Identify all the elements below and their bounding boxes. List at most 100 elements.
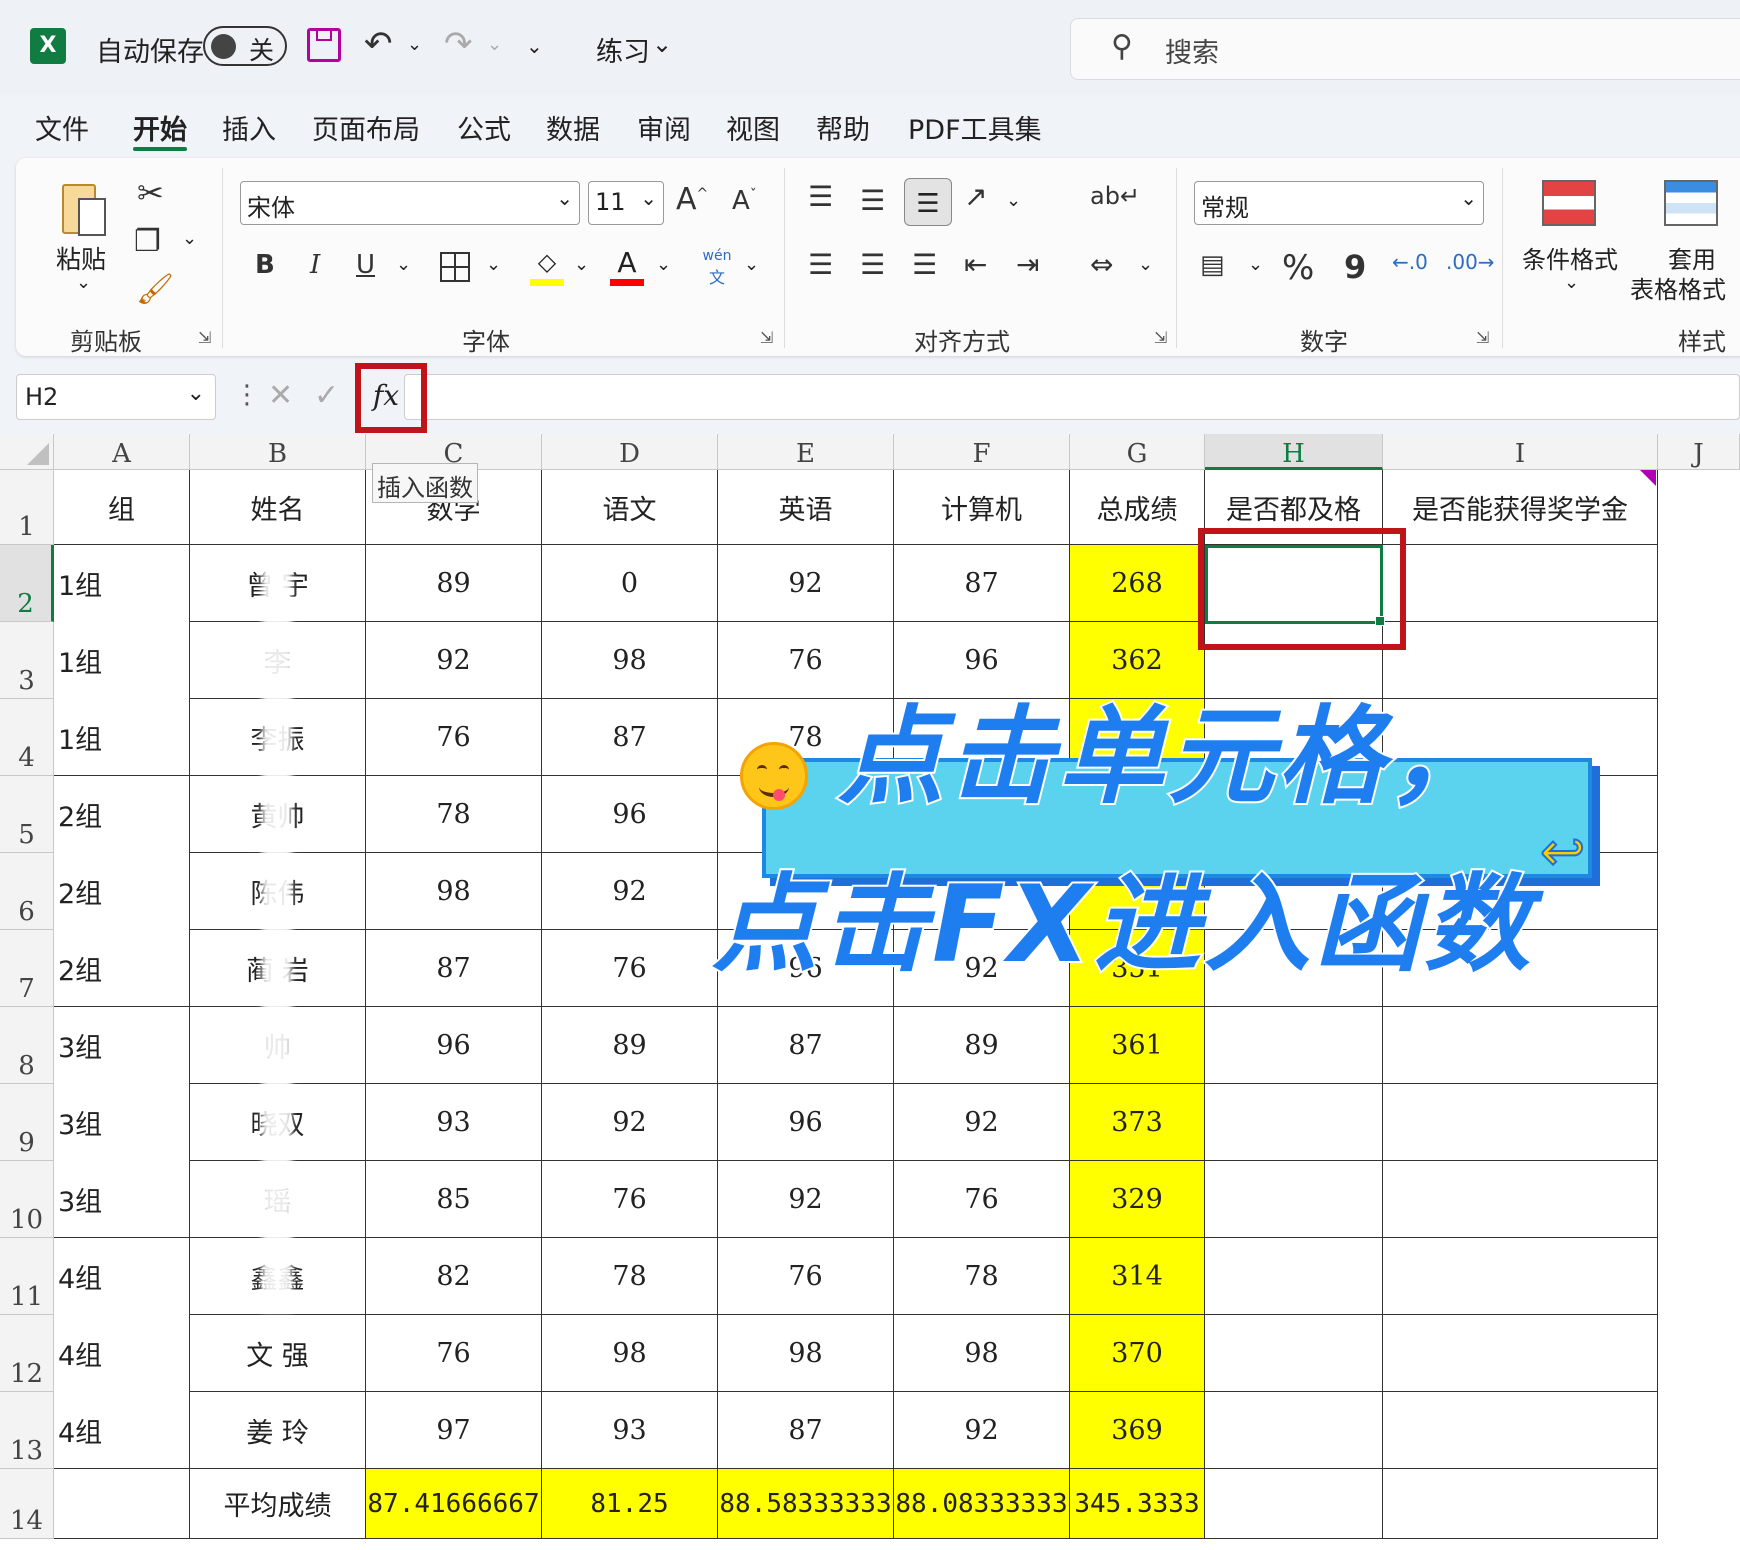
table-cell[interactable]: 96: [718, 1084, 894, 1161]
increase-font-size-icon[interactable]: A^: [676, 182, 708, 217]
font-name-combo[interactable]: 宋体 ⌄: [240, 181, 580, 225]
average-label-cell[interactable]: 平均成绩: [190, 1469, 366, 1539]
column-header-i[interactable]: I: [1383, 434, 1658, 470]
table-cell[interactable]: 3组: [54, 1161, 190, 1238]
table-cell[interactable]: [1383, 1469, 1658, 1539]
document-name[interactable]: 练习: [596, 30, 650, 69]
comma-style-button[interactable]: 9: [1344, 248, 1366, 286]
table-cell[interactable]: 93: [542, 1392, 718, 1469]
paste-icon[interactable]: [58, 178, 110, 240]
table-cell[interactable]: 82: [366, 1238, 542, 1315]
table-cell[interactable]: 89: [894, 1007, 1070, 1084]
row-header-13[interactable]: 13: [0, 1392, 54, 1469]
table-cell[interactable]: 4组: [54, 1392, 190, 1469]
row-header-7[interactable]: 7: [0, 930, 54, 1007]
table-cell[interactable]: 92: [366, 622, 542, 699]
paste-label[interactable]: 粘贴: [56, 240, 106, 276]
table-cell[interactable]: 98: [718, 1315, 894, 1392]
table-cell[interactable]: 96: [542, 776, 718, 853]
table-cell[interactable]: 76: [718, 1238, 894, 1315]
table-cell[interactable]: 87: [718, 1392, 894, 1469]
underline-dropdown-icon[interactable]: ⌄: [396, 254, 411, 275]
increase-indent-icon[interactable]: ⇥: [1016, 248, 1039, 281]
doc-name-chevron-icon[interactable]: ⌄: [652, 30, 672, 58]
table-cell[interactable]: 1组: [54, 622, 190, 699]
search-box[interactable]: ⚲ 搜索: [1070, 18, 1740, 80]
tab-insert[interactable]: 插入: [222, 108, 276, 147]
tab-data[interactable]: 数据: [546, 108, 600, 147]
table-cell[interactable]: 98: [542, 1315, 718, 1392]
confirm-entry-icon[interactable]: ✓: [314, 378, 339, 413]
column-header-e[interactable]: E: [718, 434, 894, 470]
table-cell[interactable]: 3组: [54, 1007, 190, 1084]
percent-button[interactable]: %: [1282, 248, 1314, 288]
format-painter-icon[interactable]: 🖌: [136, 272, 174, 307]
save-icon[interactable]: [307, 28, 341, 62]
row-header-14[interactable]: 14: [0, 1469, 54, 1539]
merge-dropdown-icon[interactable]: ⌄: [1138, 254, 1153, 275]
clipboard-launcher-icon[interactable]: ⇲: [198, 328, 211, 347]
table-cell[interactable]: 78: [894, 1238, 1070, 1315]
table-cell[interactable]: 89: [542, 1007, 718, 1084]
wrap-text-icon[interactable]: ab↵: [1090, 182, 1140, 210]
table-cell[interactable]: 87: [366, 930, 542, 1007]
tab-file[interactable]: 文件: [35, 108, 89, 147]
fill-color-dropdown-icon[interactable]: ⌄: [574, 254, 589, 275]
align-top-icon[interactable]: ☰: [808, 180, 833, 213]
table-cell[interactable]: 4组: [54, 1238, 190, 1315]
italic-button[interactable]: I: [310, 250, 320, 280]
table-cell[interactable]: 76: [894, 1161, 1070, 1238]
tab-help[interactable]: 帮助: [816, 108, 870, 147]
row-header-4[interactable]: 4: [0, 699, 54, 776]
tab-page-layout[interactable]: 页面布局: [312, 108, 420, 147]
conditional-format-label[interactable]: 条件格式: [1522, 240, 1618, 275]
total-score-cell[interactable]: 373: [1070, 1084, 1205, 1161]
copy-icon[interactable]: ❐: [134, 224, 161, 259]
table-cell[interactable]: 92: [718, 545, 894, 622]
table-cell[interactable]: 87: [542, 699, 718, 776]
table-cell[interactable]: 2组: [54, 930, 190, 1007]
column-header-b[interactable]: B: [190, 434, 366, 470]
underline-button[interactable]: U: [356, 250, 375, 280]
table-cell[interactable]: [1383, 1084, 1658, 1161]
table-cell[interactable]: 76: [366, 699, 542, 776]
table-cell[interactable]: [1205, 1161, 1383, 1238]
table-cell[interactable]: [1205, 1084, 1383, 1161]
conditional-format-dropdown-icon[interactable]: ⌄: [1564, 272, 1579, 293]
table-cell[interactable]: [1383, 1007, 1658, 1084]
autosave-toggle[interactable]: 关: [203, 26, 287, 66]
table-cell[interactable]: 文 强: [190, 1315, 366, 1392]
table-cell[interactable]: 2组: [54, 776, 190, 853]
borders-icon[interactable]: [440, 252, 470, 282]
row-header-12[interactable]: 12: [0, 1315, 54, 1392]
table-cell[interactable]: [1383, 1161, 1658, 1238]
column-header-a[interactable]: A: [54, 434, 190, 470]
decrease-font-size-icon[interactable]: Aˇ: [732, 186, 757, 216]
average-value-cell[interactable]: 88.58333333: [718, 1469, 894, 1539]
tab-view[interactable]: 视图: [726, 108, 780, 147]
alignment-launcher-icon[interactable]: ⇲: [1154, 328, 1167, 347]
paste-dropdown-icon[interactable]: ⌄: [76, 272, 91, 293]
customize-toolbar-icon[interactable]: ⌄: [526, 34, 543, 58]
header-cell[interactable]: 语文: [542, 470, 718, 545]
bold-button[interactable]: B: [255, 250, 275, 280]
font-color-icon[interactable]: A: [610, 246, 644, 286]
table-cell[interactable]: [1383, 1238, 1658, 1315]
column-header-h[interactable]: H: [1205, 434, 1383, 470]
total-score-cell[interactable]: 268: [1070, 545, 1205, 622]
font-launcher-icon[interactable]: ⇲: [760, 328, 773, 347]
tab-review[interactable]: 审阅: [637, 108, 691, 147]
table-cell[interactable]: 97: [366, 1392, 542, 1469]
table-cell[interactable]: 89: [366, 545, 542, 622]
orientation-icon[interactable]: ↗: [964, 180, 987, 213]
row-header-11[interactable]: 11: [0, 1238, 54, 1315]
table-cell[interactable]: 92: [718, 1161, 894, 1238]
font-size-combo[interactable]: 11 ⌄: [588, 181, 664, 225]
table-cell[interactable]: 76: [542, 1161, 718, 1238]
table-cell[interactable]: [1383, 1315, 1658, 1392]
redo-icon[interactable]: ↷: [444, 24, 473, 64]
tab-pdf-tools[interactable]: PDF工具集: [908, 108, 1042, 147]
number-launcher-icon[interactable]: ⇲: [1476, 328, 1489, 347]
phonetic-icon[interactable]: wén 文: [700, 248, 734, 288]
table-cell[interactable]: 1组: [54, 545, 190, 622]
